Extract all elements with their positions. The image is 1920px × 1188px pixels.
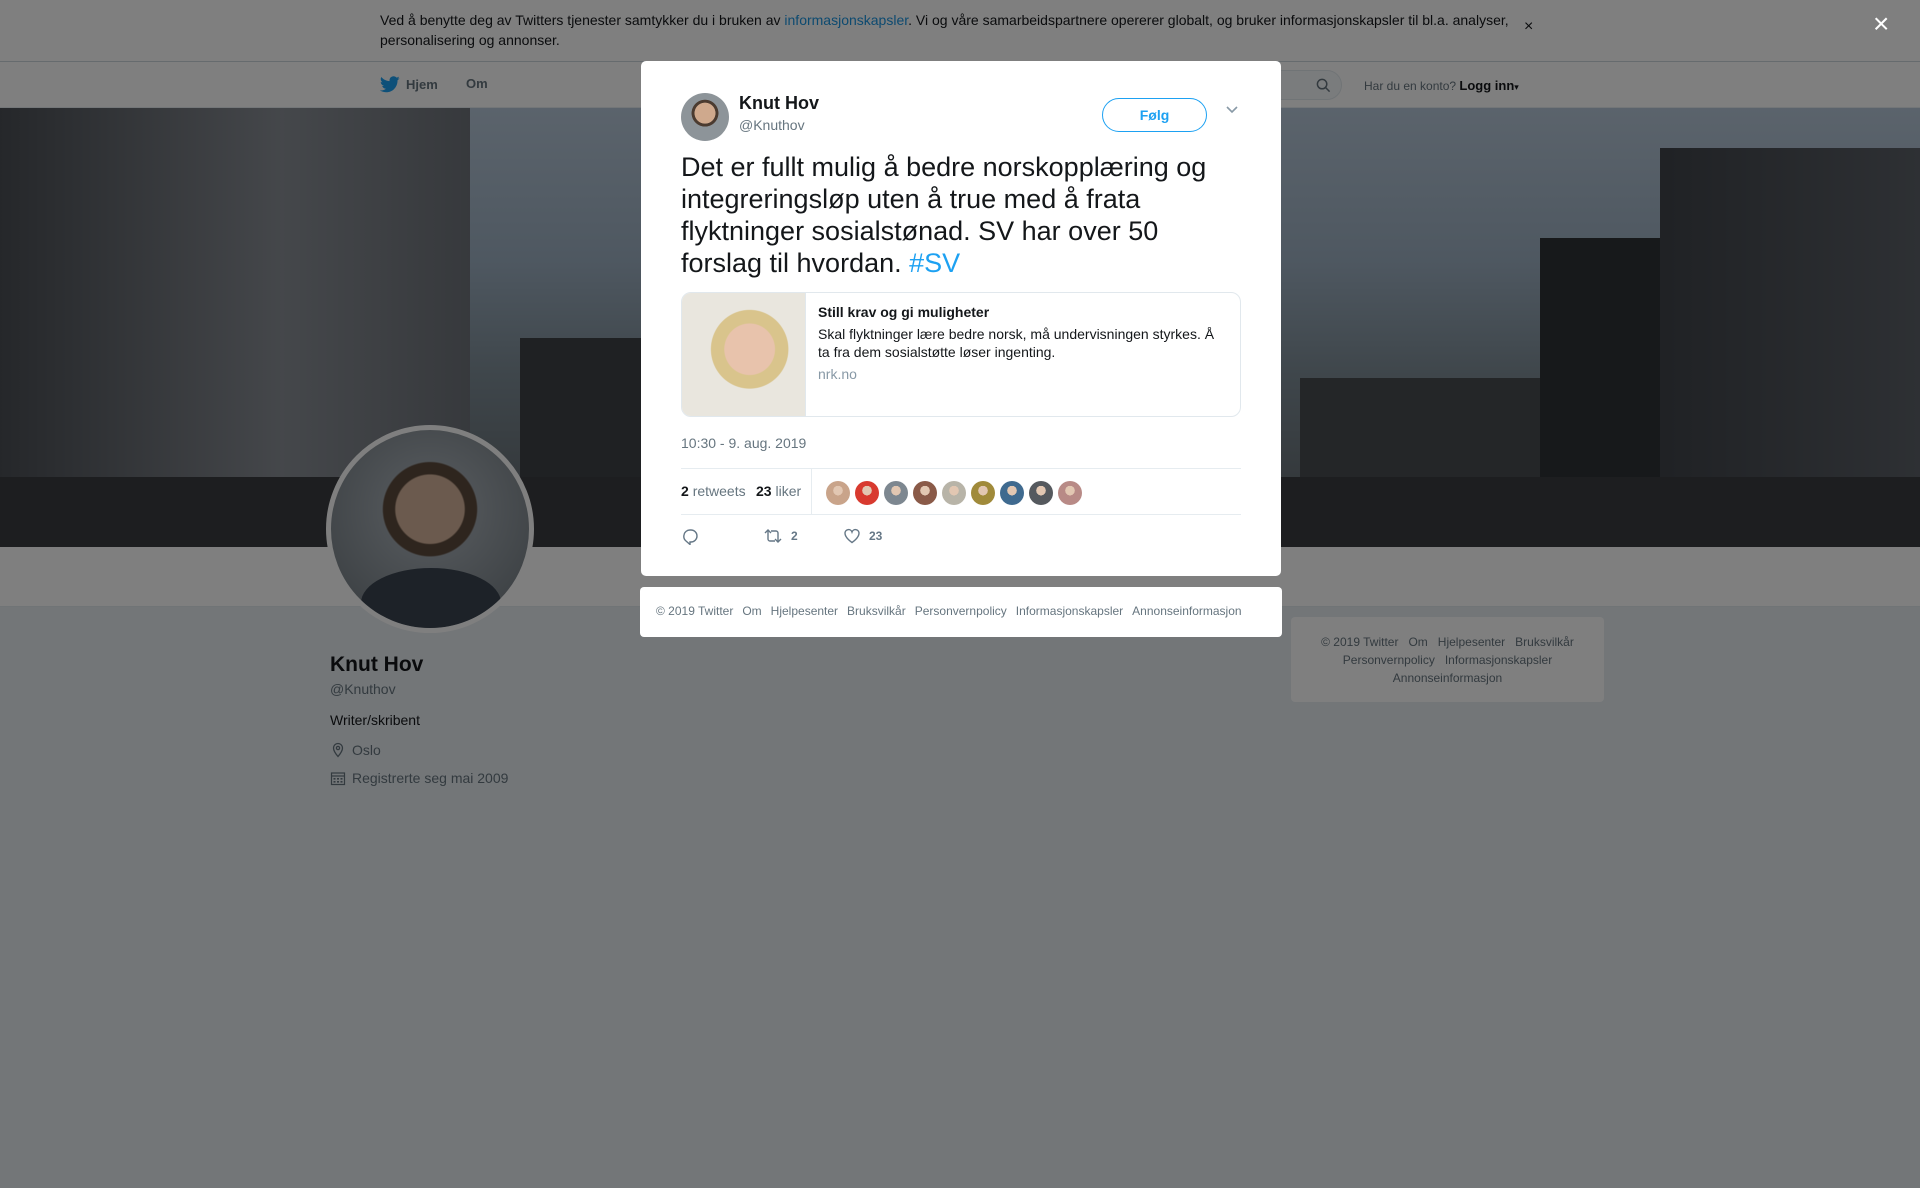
likes-count: 23 bbox=[756, 483, 772, 499]
tweet-modal: Knut Hov @Knuthov Følg Det er fullt muli… bbox=[641, 61, 1281, 576]
stats-divider bbox=[811, 469, 812, 515]
link-card-description: Skal flyktninger lære bedre norsk, må un… bbox=[818, 326, 1215, 360]
modal-footer-link-cookies[interactable]: Informasjonskapsler bbox=[1016, 604, 1123, 618]
tweet-author-avatar[interactable] bbox=[681, 93, 729, 141]
likes-label: liker bbox=[775, 483, 802, 499]
liker-avatar[interactable] bbox=[855, 481, 879, 505]
liker-avatar[interactable] bbox=[971, 481, 995, 505]
liker-avatar[interactable] bbox=[1000, 481, 1024, 505]
retweets-count: 2 bbox=[681, 483, 689, 499]
close-icon[interactable]: × bbox=[1873, 10, 1889, 38]
reply-button[interactable] bbox=[681, 527, 699, 545]
heart-icon bbox=[844, 528, 860, 544]
liker-avatar[interactable] bbox=[884, 481, 908, 505]
chevron-down-icon[interactable] bbox=[1225, 105, 1239, 115]
modal-footer-link-about[interactable]: Om bbox=[742, 604, 761, 618]
modal-footer-link-help[interactable]: Hjelpesenter bbox=[771, 604, 838, 618]
link-card-title: Still krav og gi muligheter bbox=[818, 304, 990, 320]
link-card-domain: nrk.no bbox=[818, 366, 857, 382]
modal-footer-link-terms[interactable]: Bruksvilkår bbox=[847, 604, 906, 618]
liker-avatar[interactable] bbox=[913, 481, 937, 505]
retweet-icon bbox=[764, 529, 782, 543]
modal-footer-link-privacy[interactable]: Personvernpolicy bbox=[915, 604, 1007, 618]
tweet-stats: 2 retweets 23 liker bbox=[681, 468, 1241, 515]
reply-icon bbox=[683, 529, 698, 545]
tweet-author-handle[interactable]: @Knuthov bbox=[739, 117, 805, 133]
like-button[interactable]: 23 bbox=[843, 527, 882, 545]
likes-stat[interactable]: 23 liker bbox=[756, 483, 801, 499]
likers-avatars bbox=[826, 481, 1082, 505]
like-action-count: 23 bbox=[869, 529, 883, 543]
liker-avatar[interactable] bbox=[1029, 481, 1053, 505]
tweet-author-name[interactable]: Knut Hov bbox=[739, 93, 819, 114]
hashtag-link[interactable]: #SV bbox=[909, 248, 960, 278]
liker-avatar[interactable] bbox=[942, 481, 966, 505]
link-card[interactable]: Still krav og gi muligheter Skal flyktni… bbox=[681, 292, 1241, 417]
retweets-label: retweets bbox=[692, 483, 746, 499]
follow-button[interactable]: Følg bbox=[1102, 98, 1207, 132]
retweets-stat[interactable]: 2 retweets bbox=[681, 483, 746, 499]
tweet-text: Det er fullt mulig å bedre norskopplærin… bbox=[681, 151, 1241, 279]
modal-footer-link-ads[interactable]: Annonseinformasjon bbox=[1132, 604, 1241, 618]
tweet-timestamp[interactable]: 10:30 - 9. aug. 2019 bbox=[681, 435, 806, 451]
link-card-image bbox=[682, 293, 806, 416]
liker-avatar[interactable] bbox=[1058, 481, 1082, 505]
retweet-button[interactable]: 2 bbox=[763, 527, 798, 545]
tweet-actions: 2 23 bbox=[681, 527, 1241, 547]
modal-footer: © 2019 Twitter Om Hjelpesenter Bruksvilkår P… bbox=[640, 587, 1282, 637]
retweet-action-count: 2 bbox=[791, 529, 798, 543]
liker-avatar[interactable] bbox=[826, 481, 850, 505]
modal-footer-copyright: © 2019 Twitter bbox=[656, 604, 734, 618]
